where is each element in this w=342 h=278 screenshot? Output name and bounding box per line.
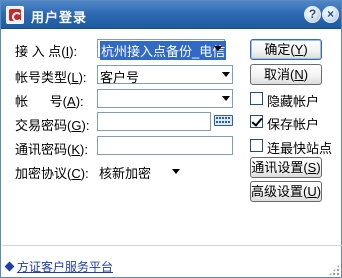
account-label: 帐 号(A): bbox=[15, 94, 84, 109]
chevron-down-icon[interactable] bbox=[172, 169, 180, 174]
account-type-value: 客户号 bbox=[100, 70, 140, 85]
access-point-value: 杭州接入点备份_电信 bbox=[100, 41, 227, 60]
connect-fastest-checkbox[interactable] bbox=[250, 139, 263, 152]
app-logo-icon bbox=[6, 6, 24, 24]
chevron-down-icon[interactable] bbox=[222, 72, 230, 77]
comm-password-input[interactable] bbox=[97, 136, 233, 155]
cancel-button[interactable]: 取消(N) bbox=[250, 64, 322, 85]
chevron-down-icon[interactable] bbox=[222, 96, 230, 101]
footer-divider bbox=[2, 245, 342, 246]
window-title: 用户登录 bbox=[31, 10, 88, 25]
trade-password-input[interactable] bbox=[97, 112, 211, 131]
encryption-select[interactable]: 核新加密 bbox=[99, 163, 151, 182]
account-select[interactable] bbox=[97, 89, 233, 108]
diamond-icon bbox=[4, 261, 15, 272]
confirm-button[interactable]: 确定(Y) bbox=[250, 39, 322, 60]
save-account-checkbox[interactable] bbox=[250, 115, 263, 128]
save-account-label[interactable]: 保存帐户 bbox=[267, 114, 319, 133]
help-button[interactable]: ? bbox=[304, 6, 321, 23]
connect-fastest-label[interactable]: 连最快站点 bbox=[267, 138, 332, 157]
close-button[interactable]: × bbox=[322, 6, 339, 23]
customer-service-link[interactable]: 方证客户服务平台 bbox=[4, 258, 113, 275]
login-dialog: 用户登录 ? × 接 入 点(I): 杭州接入点备份_电信 帐号类型(L): 客… bbox=[0, 0, 342, 278]
account-type-label: 帐号类型(L): bbox=[15, 70, 87, 85]
keyboard-icon[interactable] bbox=[214, 115, 233, 126]
comm-settings-button[interactable]: 通讯设置(S) bbox=[250, 157, 322, 178]
hide-account-label[interactable]: 隐藏帐户 bbox=[267, 91, 319, 110]
access-point-label: 接 入 点(I): bbox=[15, 44, 78, 59]
hide-account-checkbox[interactable] bbox=[250, 92, 263, 105]
advanced-settings-button[interactable]: 高级设置(U) bbox=[250, 181, 322, 202]
resize-grip[interactable] bbox=[328, 264, 340, 276]
encryption-label: 加密协议(C): bbox=[15, 166, 89, 181]
chevron-down-icon[interactable] bbox=[214, 46, 222, 51]
trade-password-label: 交易密码(G): bbox=[15, 118, 90, 133]
comm-password-label: 通讯密码(K): bbox=[15, 142, 88, 157]
access-point-select[interactable]: 杭州接入点备份_电信 bbox=[97, 39, 227, 60]
title-bar: 用户登录 ? × bbox=[1, 1, 341, 29]
account-type-select[interactable]: 客户号 bbox=[97, 65, 233, 85]
